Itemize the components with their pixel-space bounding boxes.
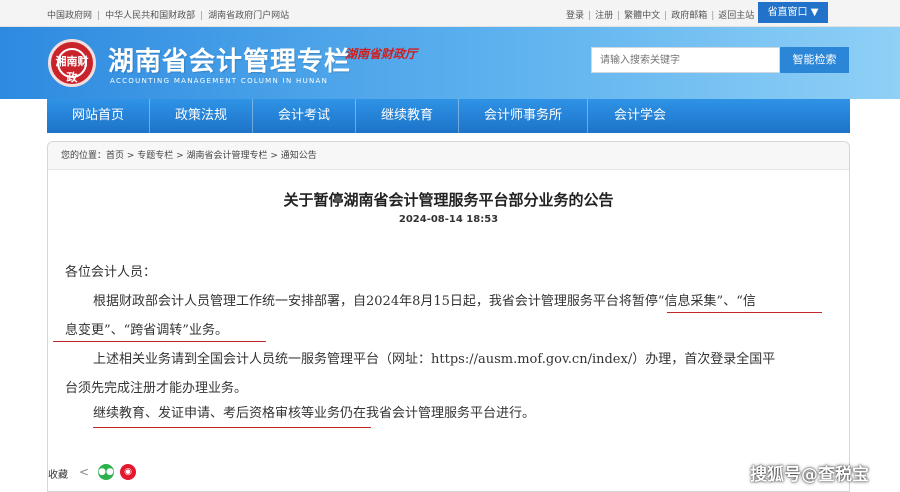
seal-text: 湘南财政 bbox=[55, 55, 89, 84]
article-paragraph-3: 继续教育、发证申请、考后资格审核等业务仍在我省会计管理服务平台进行。 bbox=[93, 406, 536, 421]
highlight-underline bbox=[93, 427, 371, 428]
search-input[interactable] bbox=[591, 47, 780, 73]
weibo-icon[interactable]: ◉ bbox=[120, 464, 136, 480]
department-tag: 湖南省财政厅 bbox=[345, 47, 418, 61]
link-gov-cn[interactable]: 中国政府网 bbox=[47, 11, 92, 21]
site-header: 湘南财政 湖南省会计管理专栏 ACCOUNTING MANAGEMENT COL… bbox=[0, 27, 900, 99]
link-mof[interactable]: 中华人民共和国财政部 bbox=[105, 11, 195, 21]
separator: | bbox=[617, 11, 621, 21]
gov-mail-link[interactable]: 政府邮箱 bbox=[671, 11, 707, 21]
provincial-portal-dropdown[interactable]: 省直窗口 ▼ bbox=[758, 2, 828, 23]
separator: | bbox=[711, 11, 715, 21]
traditional-chinese-link[interactable]: 繁體中文 bbox=[624, 11, 660, 21]
site-title: 湖南省会计管理专栏 bbox=[108, 47, 352, 77]
article-panel: 您的位置：首页 > 专题专栏 > 湖南省会计管理专栏 > 通知公告 关于暂停湖南… bbox=[47, 141, 850, 492]
top-bar: 中国政府网 | 中华人民共和国财政部 | 湖南省政府门户网站 登录 | 注册 | 繁體中文 | 政府… bbox=[0, 0, 900, 27]
login-link[interactable]: 登录 bbox=[566, 11, 584, 21]
breadcrumb: 您的位置：首页 > 专题专栏 > 湖南省会计管理专栏 > 通知公告 bbox=[48, 142, 849, 170]
main-nav: 网站首页 政策法规 会计考试 继续教育 会计师事务所 会计学会 bbox=[47, 99, 850, 133]
external-links: 中国政府网 | 中华人民共和国财政部 | 湖南省政府门户网站 bbox=[47, 8, 289, 21]
nav-accounting-society[interactable]: 会计学会 bbox=[588, 99, 692, 133]
wechat-icon[interactable]: ●● bbox=[98, 464, 114, 480]
smart-search-button[interactable]: 智能检索 bbox=[780, 47, 849, 73]
nav-continuing-education[interactable]: 继续教育 bbox=[356, 99, 459, 133]
article-paragraph-1-line-1: 根据财政部会计人员管理工作统一安排部署，自2024年8月15日起，我省会计管理服… bbox=[93, 294, 756, 309]
nav-exams[interactable]: 会计考试 bbox=[253, 99, 356, 133]
share-icon[interactable]: < bbox=[76, 464, 92, 480]
nav-accounting-firms[interactable]: 会计师事务所 bbox=[459, 99, 588, 133]
nav-home[interactable]: 网站首页 bbox=[47, 99, 150, 133]
highlight-underline bbox=[667, 312, 822, 313]
finance-seal-logo[interactable]: 湘南财政 bbox=[48, 39, 96, 87]
link-hunan-gov[interactable]: 湖南省政府门户网站 bbox=[208, 11, 289, 21]
collect-button[interactable]: 收藏 bbox=[48, 466, 68, 481]
separator: | bbox=[200, 11, 204, 21]
separator: | bbox=[97, 11, 101, 21]
article-title: 关于暂停湖南省会计管理服务平台部分业务的公告 bbox=[283, 191, 614, 209]
nav-policies[interactable]: 政策法规 bbox=[150, 99, 253, 133]
user-links: 登录 | 注册 | 繁體中文 | 政府邮箱 | 返回主站 bbox=[566, 8, 754, 21]
back-to-main-link[interactable]: 返回主站 bbox=[718, 11, 754, 21]
register-link[interactable]: 注册 bbox=[595, 11, 613, 21]
article-greeting: 各位会计人员： bbox=[65, 265, 157, 280]
separator: | bbox=[664, 11, 668, 21]
article-date: 2024-08-14 18:53 bbox=[398, 214, 499, 225]
watermark: 搜狐号@查税宝 bbox=[750, 465, 869, 485]
site-subtitle: ACCOUNTING MANAGEMENT COLUMN IN HUNAN bbox=[110, 77, 329, 85]
separator: | bbox=[588, 11, 592, 21]
highlight-underline bbox=[53, 341, 266, 342]
article-paragraph-2-line-1: 上述相关业务请到全国会计人员统一服务管理平台（网址：https://ausm.m… bbox=[93, 352, 776, 367]
